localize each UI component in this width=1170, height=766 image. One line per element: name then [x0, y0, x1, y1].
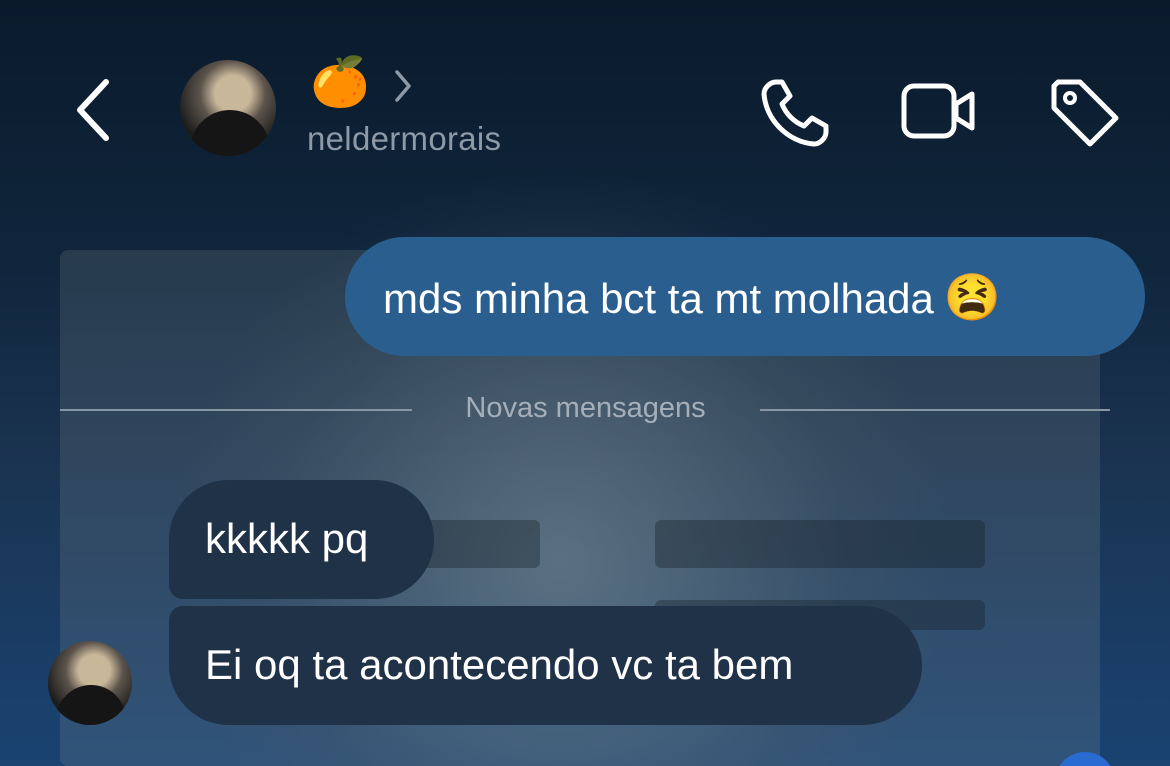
tired-face-emoji: 😫: [943, 271, 1002, 323]
chevron-right-icon[interactable]: [392, 66, 414, 106]
contact-name-emoji[interactable]: 🍊: [310, 52, 370, 112]
contact-avatar[interactable]: [180, 60, 276, 156]
wallpaper-slot: [655, 520, 985, 568]
received-message-bubble[interactable]: kkkkk pq: [169, 480, 434, 599]
message-text: kkkkk pq: [205, 515, 369, 562]
new-messages-divider: Novas mensagens: [60, 390, 1110, 430]
avatar-figure: [56, 685, 126, 725]
wallpaper-slot: [420, 520, 540, 568]
phone-icon[interactable]: [756, 72, 836, 152]
divider-label: Novas mensagens: [465, 392, 706, 424]
sent-message-bubble[interactable]: mds minha bct ta mt molhada 😫: [345, 237, 1145, 356]
video-icon[interactable]: [898, 72, 978, 152]
avatar-figure: [190, 110, 270, 156]
received-message-bubble[interactable]: Ei oq ta acontecendo vc ta bem: [169, 606, 922, 725]
sender-avatar[interactable]: [48, 641, 132, 725]
message-text: Ei oq ta acontecendo vc ta bem: [205, 641, 794, 688]
contact-username[interactable]: neldermorais: [307, 120, 501, 158]
tag-icon[interactable]: [1044, 72, 1124, 152]
divider-line: [60, 409, 412, 411]
message-text: mds minha bct ta mt molhada: [383, 275, 934, 322]
divider-line: [760, 409, 1110, 411]
back-icon[interactable]: [70, 72, 120, 148]
chat-header: 🍊 neldermorais: [0, 0, 1170, 200]
